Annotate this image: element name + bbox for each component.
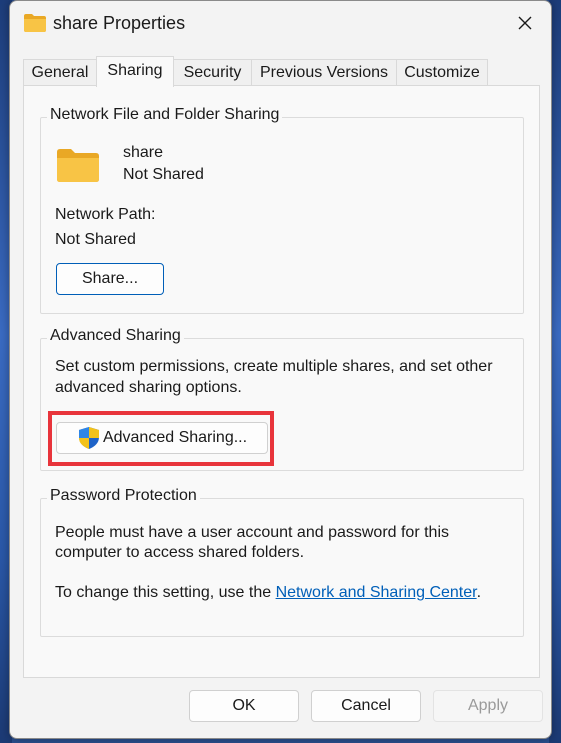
tab-sharing[interactable]: Sharing: [96, 56, 174, 87]
change-setting-prefix: To change this setting, use the: [55, 584, 276, 601]
network-sharing-group: Network File and Folder Sharing share No…: [40, 106, 524, 314]
change-setting-suffix: .: [476, 584, 482, 601]
change-setting-text: To change this setting, use the Network …: [55, 584, 481, 602]
folder-icon: [24, 14, 46, 32]
share-button[interactable]: Share...: [56, 263, 164, 295]
tab-previous-versions[interactable]: Previous Versions: [251, 59, 397, 86]
network-path-label: Network Path:: [55, 206, 156, 223]
folder-icon: [57, 149, 99, 182]
close-icon: [518, 16, 532, 30]
tab-general[interactable]: General: [23, 59, 97, 86]
close-button[interactable]: [507, 7, 543, 39]
ok-button[interactable]: OK: [189, 690, 299, 722]
highlight-box: [48, 411, 274, 466]
tab-security[interactable]: Security: [173, 59, 252, 86]
password-protection-title: Password Protection: [47, 487, 200, 505]
folder-name: share: [123, 144, 164, 161]
share-status: Not Shared: [123, 166, 204, 183]
window-title: share Properties: [53, 13, 186, 33]
network-path-value: Not Shared: [55, 231, 136, 248]
advanced-sharing-description-line-1: Set custom permissions, create multiple …: [55, 358, 493, 375]
cancel-button[interactable]: Cancel: [311, 690, 421, 722]
network-sharing-title: Network File and Folder Sharing: [47, 106, 283, 124]
properties-dialog: share Properties General Sharing Securit…: [9, 0, 552, 739]
title-bar: share Properties: [10, 1, 551, 47]
advanced-sharing-description-line-2: advanced sharing options.: [55, 379, 242, 396]
password-description-line-1: People must have a user account and pass…: [55, 524, 449, 541]
advanced-sharing-title: Advanced Sharing: [47, 327, 184, 345]
tab-customize[interactable]: Customize: [396, 59, 488, 86]
password-description-line-2: computer to access shared folders.: [55, 544, 305, 561]
apply-button[interactable]: Apply: [433, 690, 543, 722]
network-sharing-center-link[interactable]: Network and Sharing Center: [276, 584, 477, 601]
password-protection-group: Password Protection People must have a u…: [40, 487, 524, 637]
sharing-tab-panel: Network File and Folder Sharing share No…: [23, 85, 540, 678]
